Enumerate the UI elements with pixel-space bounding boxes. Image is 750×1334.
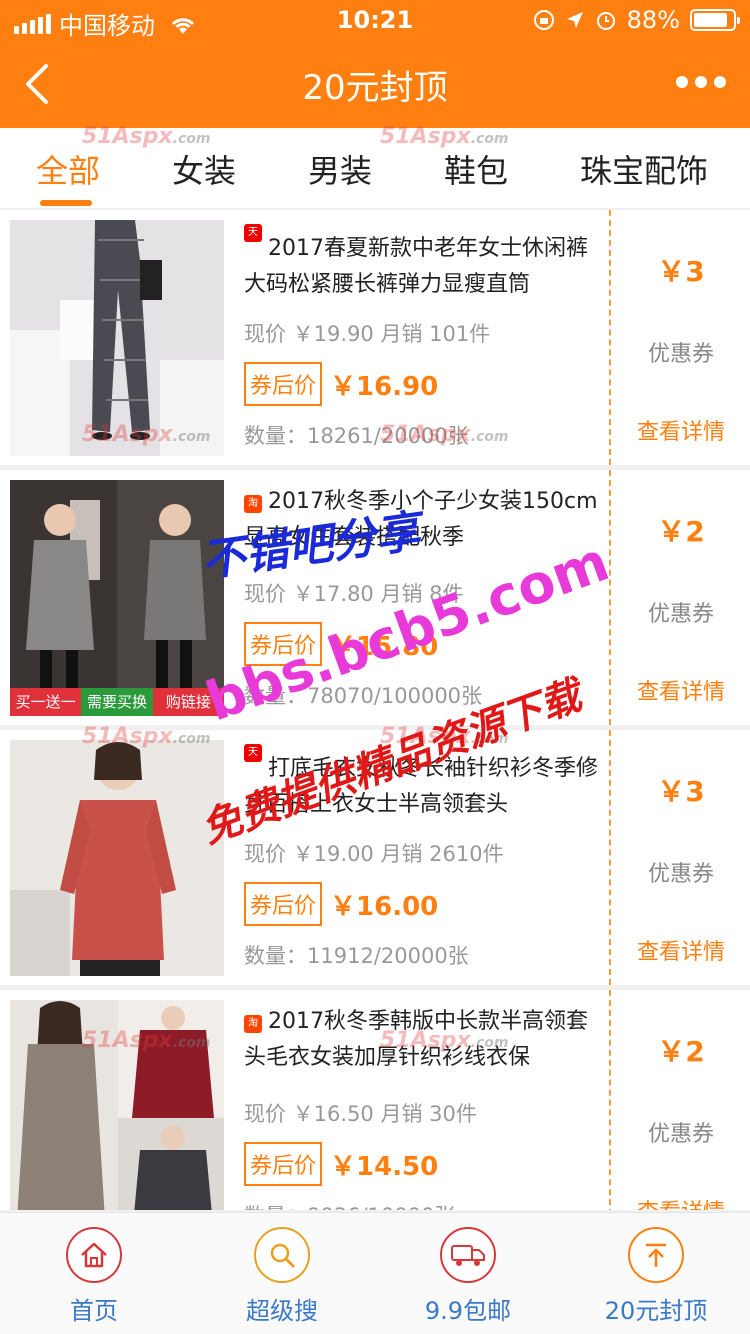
watermark-logo: 51Aspx.com (82, 422, 211, 447)
coupon-quantity: 数量：9036/10000张 (244, 1200, 598, 1210)
tab-all[interactable]: 全部 (36, 146, 100, 192)
category-tabs: 全部 女装 男装 鞋包 珠宝配饰 51Aspx.com 51Aspx.com (0, 124, 750, 208)
watermark-logo: 51Aspx.com (82, 724, 211, 749)
navbar: 20元封顶 (0, 40, 750, 128)
watermark-logo: 51Aspx.com (82, 124, 211, 149)
alarm-icon (596, 12, 615, 30)
coupon-price-row: 券后价 ￥16.90 (244, 362, 598, 406)
taobao-icon: 淘 (244, 495, 262, 513)
product-list: 天猫 2017春夏新款中老年女士休闲裤大码松紧腰长裤弹力显瘦直筒 现价 ￥19.9… (0, 210, 750, 1210)
bottom-nav-label: 首页 (70, 1297, 118, 1325)
tab-womens[interactable]: 女装 (172, 146, 236, 192)
page-title: 20元封顶 (302, 68, 448, 108)
promo-tag: 买一送一 (10, 688, 82, 716)
header: 中国移动 10:21 88% 20元封顶 (0, 0, 750, 128)
watermark-logo: 51Aspx.com (380, 1028, 509, 1053)
coupon-panel: ￥2 优惠券 查看详情 (612, 990, 750, 1210)
promo-tags: 买一送一 需要买换 购链接 (10, 688, 224, 716)
dashed-divider (609, 990, 611, 1210)
current-price: 现价 ￥19.90 月销 101件 (244, 322, 491, 346)
coupon-panel: ￥3 优惠券 查看详情 (612, 730, 750, 985)
coupon-panel: ￥3 优惠券 查看详情 (612, 210, 750, 465)
watermark-logo: 51Aspx.com (380, 422, 509, 447)
tab-jewelry[interactable]: 珠宝配饰 (580, 146, 708, 192)
bottom-nav-search[interactable]: 超级搜 (212, 1227, 352, 1326)
search-icon (254, 1227, 310, 1283)
coupon-label: 优惠券 (647, 602, 714, 627)
bottom-nav: 首页 超级搜 9.9包邮 20元封顶 (0, 1212, 750, 1334)
bottom-nav-label: 20元封顶 (604, 1297, 708, 1325)
coupon-price-label: 券后价 (244, 1142, 323, 1186)
dashed-divider (609, 730, 611, 985)
tab-active-indicator (40, 200, 92, 206)
coupon-price: ￥14.50 (330, 1151, 439, 1182)
coupon-price-row: 券后价 ￥14.50 (244, 1142, 598, 1186)
view-details-link[interactable]: 查看详情 (612, 934, 750, 966)
coupon-amount: ￥3 (657, 775, 705, 808)
promo-tag: 需要买换 (81, 688, 153, 716)
bottom-nav-home[interactable]: 首页 (24, 1227, 164, 1326)
coupon-amount: ￥2 (657, 515, 705, 548)
product-image[interactable] (10, 220, 224, 456)
dashed-divider (609, 210, 611, 465)
bottom-nav-label: 超级搜 (246, 1297, 318, 1325)
battery-icon (690, 9, 740, 31)
tmall-icon: 天猫 (244, 744, 262, 776)
status-right: 88% (533, 6, 740, 34)
taobao-icon: 淘 (244, 1015, 262, 1033)
coupon-price-label: 券后价 (244, 882, 323, 926)
more-icon[interactable] (676, 76, 726, 88)
coupon-label: 优惠券 (647, 1122, 714, 1147)
coupon-label: 优惠券 (647, 862, 714, 887)
bottom-nav-label: 9.9包邮 (424, 1297, 512, 1325)
bottom-nav-free-shipping[interactable]: 9.9包邮 (398, 1227, 538, 1326)
current-price: 现价 ￥16.50 月销 30件 (244, 1102, 477, 1126)
coupon-panel: ￥2 优惠券 查看详情 (612, 470, 750, 725)
coupon-amount: ￥2 (657, 1035, 705, 1068)
home-icon (66, 1227, 122, 1283)
view-details-link[interactable]: 查看详情 (612, 1194, 750, 1210)
watermark-logo: 51Aspx.com (82, 1028, 211, 1053)
product-card[interactable]: 淘 2017秋冬季韩版中长款半高领套头毛衣女装加厚针织衫线衣保 现价 ￥16.50… (0, 990, 750, 1210)
product-name[interactable]: 天猫 2017春夏新款中老年女士休闲裤大码松紧腰长裤弹力显瘦直筒 (244, 224, 598, 296)
dashed-divider (609, 470, 611, 725)
product-image[interactable] (10, 740, 224, 976)
tab-mens[interactable]: 男装 (308, 146, 372, 192)
delivery-truck-icon (440, 1227, 496, 1283)
rotation-lock-icon (533, 10, 554, 30)
watermark-logo: 51Aspx.com (380, 124, 509, 149)
battery-fill (694, 13, 728, 27)
coupon-price: ￥16.90 (330, 371, 439, 402)
coupon-price: ￥16.00 (330, 891, 439, 922)
tmall-icon: 天猫 (244, 224, 262, 256)
view-details-link[interactable]: 查看详情 (612, 674, 750, 706)
product-image[interactable]: 买一送一 需要买换 购链接 (10, 480, 224, 716)
status-bar: 中国移动 10:21 88% (0, 0, 750, 40)
coupon-price-row: 券后价 ￥16.00 (244, 882, 598, 926)
coupon-quantity: 数量：11912/20000张 (244, 944, 469, 968)
coupon-price-label: 券后价 (244, 362, 323, 406)
tab-bags-shoes[interactable]: 鞋包 (444, 146, 508, 192)
view-details-link[interactable]: 查看详情 (612, 414, 750, 446)
product-info: 天猫 2017春夏新款中老年女士休闲裤大码松紧腰长裤弹力显瘦直筒 现价 ￥19.9… (244, 224, 598, 450)
location-icon (566, 12, 583, 28)
battery-percent: 88% (626, 6, 680, 34)
coupon-label: 优惠券 (647, 342, 714, 367)
bottom-nav-20-cap[interactable]: 20元封顶 (586, 1227, 726, 1326)
top-arrow-icon (628, 1227, 684, 1283)
coupon-amount: ￥3 (657, 255, 705, 288)
current-price: 现价 ￥19.00 月销 2610件 (244, 842, 504, 866)
